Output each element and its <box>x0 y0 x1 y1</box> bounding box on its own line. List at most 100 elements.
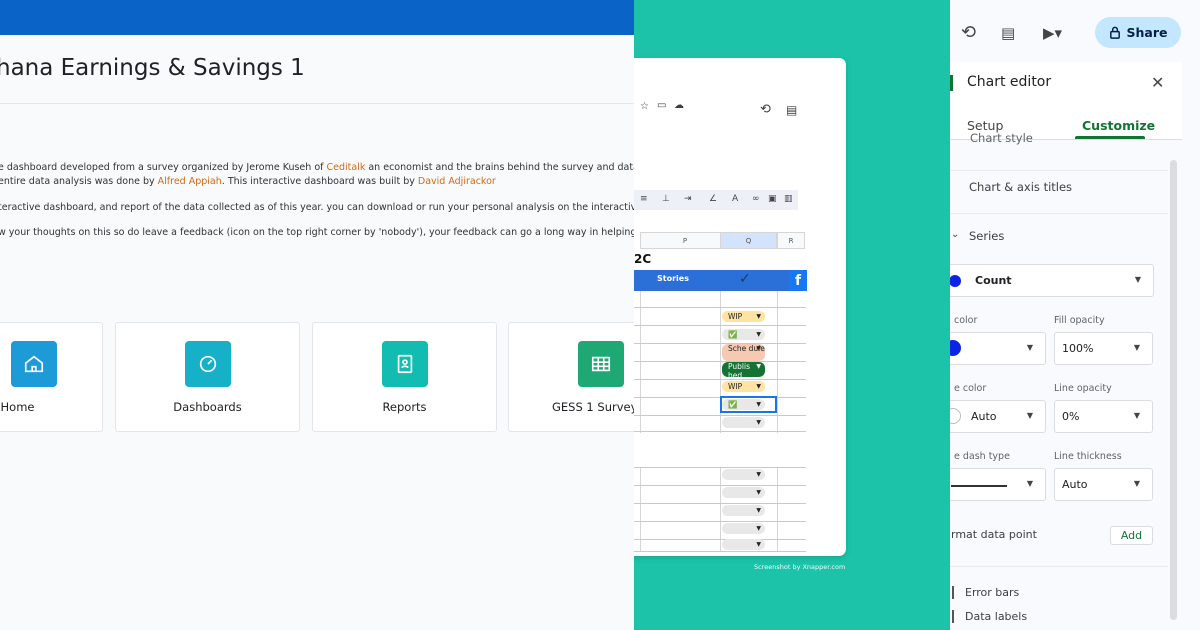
stories-header-row: Stories ✓ f <box>634 270 807 291</box>
data-labels-checkbox[interactable] <box>952 610 954 623</box>
chevron-down-icon: ▼ <box>1026 411 1033 420</box>
chevron-down-icon: ▼ <box>1026 343 1033 352</box>
chevron-down-icon: ▼ <box>756 363 761 370</box>
data-labels-label: Data labels <box>965 610 1028 623</box>
title-divider <box>0 103 634 104</box>
video-call-icon[interactable]: ▶︎▾ <box>1043 24 1062 42</box>
survey-data-card[interactable]: GESS 1 Survey D <box>508 322 634 432</box>
sheet-banner-text: 2C <box>634 252 652 266</box>
history-icon[interactable]: ⟲ <box>760 102 771 117</box>
report-icon <box>381 341 428 387</box>
line-opacity-select[interactable]: 0% ▼ <box>1054 400 1153 433</box>
comment-icon[interactable]: ▤ <box>1001 24 1015 42</box>
line-thickness-select[interactable]: Auto ▼ <box>1054 468 1153 501</box>
chevron-down-icon: ▼ <box>1133 479 1140 488</box>
series-color-swatch <box>950 275 961 287</box>
status-chip[interactable]: WIP ▼ <box>722 381 765 392</box>
stories-header: Stories <box>657 274 689 283</box>
chevron-down-icon: ▼ <box>1026 479 1033 488</box>
folder-icon[interactable]: ▭ <box>657 100 666 111</box>
fill-color-label: color <box>954 315 978 326</box>
star-icon[interactable]: ☆ <box>640 101 649 112</box>
series-section[interactable]: Series <box>969 229 1004 243</box>
line-thickness-label: Line thickness <box>1054 451 1122 462</box>
empty-status-chip[interactable]: ▼ <box>722 523 765 534</box>
chevron-down-icon: ▼ <box>1133 343 1140 352</box>
rotate-icon[interactable]: ∠ <box>709 194 717 204</box>
reports-card-label: Reports <box>382 400 427 414</box>
spreadsheet-window: ☆ ▭ ☁ ⟲ ▤ ≡ ⊥ ⇥ ∠ A ∞ ▣ ▥ P Q R 2C Stori… <box>634 58 846 556</box>
fill-opacity-select[interactable]: 100% ▼ <box>1054 332 1153 365</box>
text-color-icon[interactable]: A <box>732 194 738 204</box>
page-title: hana Earnings & Savings 1 <box>0 55 305 81</box>
home-icon <box>11 341 57 387</box>
solid-line-icon <box>951 485 1007 487</box>
reports-card[interactable]: Reports <box>312 322 497 432</box>
status-chip[interactable]: Sche dule ▼ <box>722 344 765 361</box>
intro-paragraph-line1: e dashboard developed from a survey orga… <box>0 162 634 173</box>
customize-content: Chart style Chart & axis titles ⌄ Series… <box>950 131 1182 630</box>
scrollbar[interactable] <box>1170 160 1177 620</box>
status-chip[interactable]: Publis hed ▼ <box>722 362 765 380</box>
intro-paragraph-line2: entire data analysis was done by Alfred … <box>0 176 496 187</box>
comment-icon[interactable]: ▤ <box>786 103 797 117</box>
checkmark-icon: ✓ <box>739 271 751 287</box>
insert-comment-icon[interactable]: ▣ <box>768 194 777 204</box>
screenshot-backdrop: ☆ ▭ ☁ ⟲ ▤ ≡ ⊥ ⇥ ∠ A ∞ ▣ ▥ P Q R 2C Stori… <box>634 0 950 630</box>
watermark: Screenshot by Xnapper.com <box>754 563 846 571</box>
link-icon[interactable]: ∞ <box>752 194 760 204</box>
column-header-r[interactable]: R <box>777 232 805 249</box>
align-icon[interactable]: ≡ <box>640 194 648 204</box>
chevron-down-icon: ▼ <box>756 401 761 408</box>
add-button[interactable]: Add <box>1110 526 1153 545</box>
empty-status-chip[interactable]: ▼ <box>722 469 765 480</box>
chevron-down-icon: ▼ <box>1133 411 1140 420</box>
line-dash-type-label: e dash type <box>954 451 1010 462</box>
format-data-point-label: rmat data point <box>951 528 1037 541</box>
column-header-p[interactable]: P <box>640 232 730 249</box>
dashboards-card[interactable]: Dashboards <box>115 322 300 432</box>
chart-editor-pane: ⟲ ▤ ▶︎▾ Share Chart editor ✕ Setup Custo… <box>950 0 1200 630</box>
chevron-down-icon: ▼ <box>756 345 761 352</box>
fill-opacity-label: Fill opacity <box>1054 315 1105 326</box>
home-card[interactable]: Home <box>0 322 103 432</box>
close-icon[interactable]: ✕ <box>1151 73 1164 92</box>
share-button[interactable]: Share <box>1095 17 1181 48</box>
alfred-appiah-link[interactable]: Alfred Appiah <box>158 176 222 187</box>
empty-status-chip[interactable]: ▼ <box>722 539 765 550</box>
chevron-down-icon: ▼ <box>1134 275 1141 284</box>
ceditalk-link[interactable]: Ceditalk <box>327 162 366 173</box>
dashboard-page: hana Earnings & Savings 1 e dashboard de… <box>0 0 634 630</box>
empty-status-chip[interactable]: ▼ <box>722 505 765 516</box>
chart-axis-titles-section[interactable]: Chart & axis titles <box>969 180 1072 194</box>
line-color-swatch <box>950 408 961 424</box>
chart-style-section[interactable]: Chart style <box>970 131 1033 145</box>
format-toolbar: ≡ ⊥ ⇥ ∠ A ∞ ▣ ▥ <box>634 190 798 210</box>
chevron-down-icon: ▼ <box>756 383 761 390</box>
lock-icon <box>1109 26 1120 39</box>
status-chip[interactable]: ✅ ▼ <box>722 329 765 340</box>
fill-color-select[interactable]: ▼ <box>950 332 1046 365</box>
line-color-select[interactable]: Auto ▼ <box>950 400 1046 433</box>
chart-editor-title: Chart editor <box>967 74 1052 90</box>
series-select[interactable]: Count ▼ <box>950 264 1154 297</box>
error-bars-checkbox[interactable] <box>952 586 954 599</box>
tab-customize[interactable]: Customize <box>1082 118 1155 133</box>
wrap-icon[interactable]: ⇥ <box>684 194 692 204</box>
facebook-icon: f <box>789 270 807 291</box>
chevron-up-icon[interactable]: ⌄ <box>951 229 959 240</box>
empty-status-chip[interactable]: ▼ <box>722 417 765 428</box>
valign-icon[interactable]: ⊥ <box>662 194 670 204</box>
status-chip[interactable]: ✅ ▼ <box>722 399 765 410</box>
cloud-icon[interactable]: ☁ <box>674 100 684 111</box>
status-chip[interactable]: WIP ▼ <box>722 311 765 322</box>
survey-data-card-label: GESS 1 Survey D <box>552 400 634 414</box>
david-adjirackor-link[interactable]: David Adjirackor <box>418 176 496 187</box>
insert-chart-icon[interactable]: ▥ <box>784 194 793 204</box>
column-header-q[interactable]: Q <box>720 232 777 249</box>
empty-status-chip[interactable]: ▼ <box>722 487 765 498</box>
chevron-down-icon: ▼ <box>756 313 761 320</box>
history-icon[interactable]: ⟲ <box>961 22 976 43</box>
line-dash-type-select[interactable]: ▼ <box>950 468 1046 501</box>
dashboards-card-label: Dashboards <box>173 400 242 414</box>
